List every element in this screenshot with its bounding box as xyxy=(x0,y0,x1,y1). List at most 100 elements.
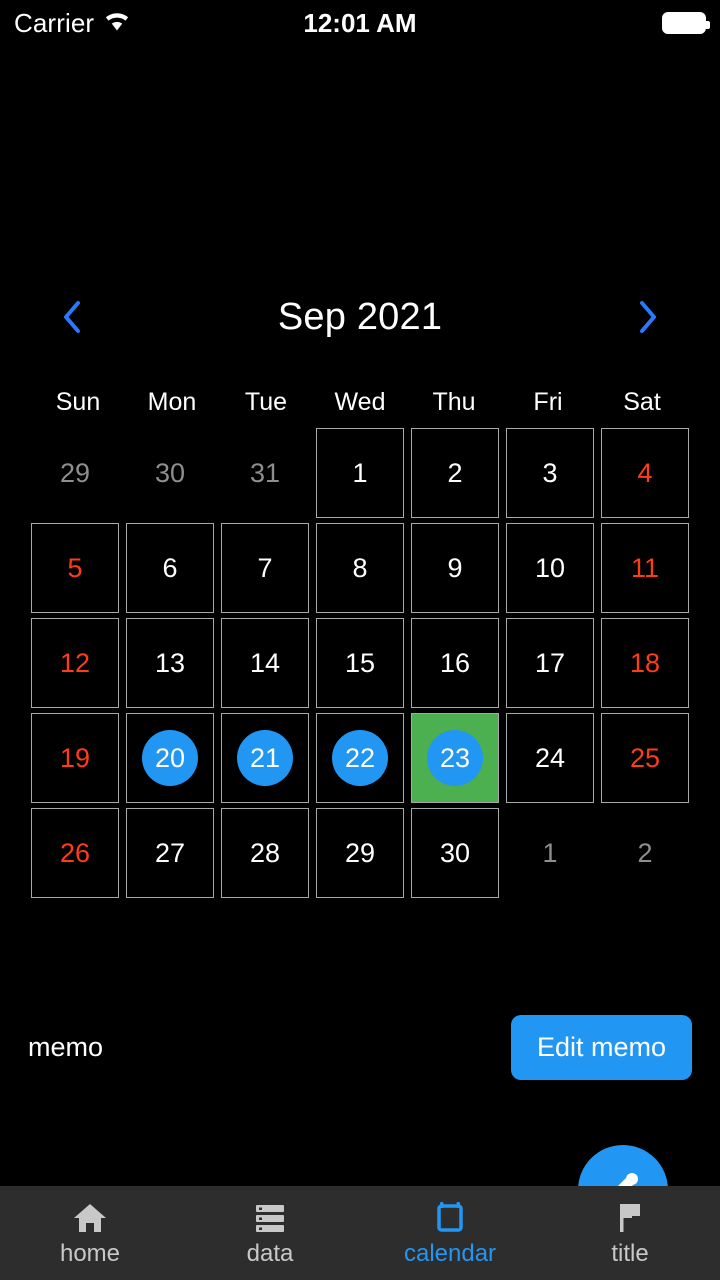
day-number: 17 xyxy=(534,647,566,678)
day-number: 21 xyxy=(249,742,281,773)
day-number: 30 xyxy=(154,457,186,488)
memo-row: memo Edit memo xyxy=(0,1014,720,1080)
day-cell[interactable]: 14 xyxy=(221,618,309,708)
day-number: 27 xyxy=(154,837,186,868)
day-number: 23 xyxy=(439,742,471,773)
day-cell[interactable]: 13 xyxy=(126,618,214,708)
day-number: 31 xyxy=(249,457,281,488)
day-cell[interactable]: 7 xyxy=(221,523,309,613)
day-cell: 30 xyxy=(126,428,214,518)
day-cell[interactable]: 30 xyxy=(411,808,499,898)
day-number: 8 xyxy=(352,552,368,583)
database-icon xyxy=(252,1200,288,1236)
day-cell[interactable]: 23 xyxy=(411,713,499,803)
tab-data[interactable]: data xyxy=(180,1186,360,1280)
day-number: 4 xyxy=(637,457,653,488)
day-cell[interactable]: 4 xyxy=(601,428,689,518)
status-bar-right xyxy=(662,12,710,34)
weekday-label-thu: Thu xyxy=(432,388,476,416)
day-cell[interactable]: 26 xyxy=(31,808,119,898)
flag-icon xyxy=(612,1200,648,1236)
day-cell[interactable]: 5 xyxy=(31,523,119,613)
day-number: 25 xyxy=(629,742,661,773)
day-cell[interactable]: 15 xyxy=(316,618,404,708)
day-cell[interactable]: 1 xyxy=(316,428,404,518)
bottom-tab-bar: home data calendar title xyxy=(0,1186,720,1280)
day-number: 19 xyxy=(59,742,91,773)
day-number: 20 xyxy=(154,742,186,773)
chevron-left-icon xyxy=(60,297,84,337)
day-cell[interactable]: 16 xyxy=(411,618,499,708)
day-cell[interactable]: 22 xyxy=(316,713,404,803)
day-cell: 31 xyxy=(221,428,309,518)
day-number: 30 xyxy=(439,837,471,868)
day-number: 11 xyxy=(630,552,660,583)
day-cell[interactable]: 19 xyxy=(31,713,119,803)
day-cell[interactable]: 25 xyxy=(601,713,689,803)
day-number: 7 xyxy=(257,552,273,583)
day-number: 3 xyxy=(542,457,558,488)
day-cell[interactable]: 6 xyxy=(126,523,214,613)
day-number: 18 xyxy=(629,647,661,678)
day-cell[interactable]: 18 xyxy=(601,618,689,708)
day-cell[interactable]: 8 xyxy=(316,523,404,613)
calendar-icon xyxy=(432,1200,468,1236)
day-cell[interactable]: 24 xyxy=(506,713,594,803)
home-icon xyxy=(72,1200,108,1236)
day-cell[interactable]: 17 xyxy=(506,618,594,708)
day-number: 2 xyxy=(447,457,463,488)
day-cell[interactable]: 28 xyxy=(221,808,309,898)
battery-icon xyxy=(662,12,710,34)
day-cell[interactable]: 21 xyxy=(221,713,309,803)
tab-label: home xyxy=(59,1240,121,1267)
day-number: 9 xyxy=(447,552,463,583)
day-number: 5 xyxy=(67,552,83,583)
status-time: 12:01 AM xyxy=(303,7,417,38)
day-number: 14 xyxy=(249,647,281,678)
calendar-day-grid: 29 30 31 1 2 3 4 5 6 7 8 9 10 11 12 13 14 15 16 17 18 19 20 21 2… xyxy=(31,428,689,898)
weekday-label-sat: Sat xyxy=(623,388,661,416)
memo-label: memo xyxy=(28,1031,104,1062)
day-cell[interactable]: 10 xyxy=(506,523,594,613)
tab-label: title xyxy=(611,1240,649,1267)
day-cell[interactable]: 3 xyxy=(506,428,594,518)
day-cell[interactable]: 9 xyxy=(411,523,499,613)
day-cell[interactable]: 20 xyxy=(126,713,214,803)
page-title: Sep 2021 xyxy=(277,295,443,338)
day-cell[interactable]: 11 xyxy=(601,523,689,613)
tab-label: data xyxy=(246,1240,294,1267)
day-number: 24 xyxy=(534,742,566,773)
day-cell[interactable]: 12 xyxy=(31,618,119,708)
day-cell[interactable]: 29 xyxy=(316,808,404,898)
tab-label: calendar xyxy=(403,1240,497,1267)
weekday-label-fri: Fri xyxy=(533,388,563,416)
weekday-header-row: Sun Mon Tue Wed Thu Fri Sat xyxy=(31,380,689,424)
calendar-app-screen: Carrier 12:01 AM Sep 2021 Sun Mon Tue We… xyxy=(0,0,720,1280)
day-cell: 29 xyxy=(31,428,119,518)
day-number: 10 xyxy=(534,552,566,583)
day-number: 1 xyxy=(352,457,368,488)
prev-month-button[interactable] xyxy=(50,295,94,339)
weekday-label-mon: Mon xyxy=(147,388,197,416)
status-bar: Carrier 12:01 AM xyxy=(0,0,720,46)
day-cell[interactable]: 2 xyxy=(411,428,499,518)
day-cell: 2 xyxy=(601,808,689,898)
month-header: Sep 2021 xyxy=(0,285,720,349)
day-cell[interactable]: 27 xyxy=(126,808,214,898)
weekday-label-wed: Wed xyxy=(334,388,386,416)
tab-home[interactable]: home xyxy=(0,1186,180,1280)
tab-title[interactable]: title xyxy=(540,1186,720,1280)
day-number: 2 xyxy=(637,837,653,868)
day-number: 1 xyxy=(542,837,558,868)
day-number: 12 xyxy=(59,647,91,678)
day-number: 29 xyxy=(59,457,91,488)
day-number: 16 xyxy=(439,647,471,678)
next-month-button[interactable] xyxy=(626,295,670,339)
day-number: 26 xyxy=(59,837,91,868)
tab-calendar[interactable]: calendar xyxy=(360,1186,540,1280)
chevron-right-icon xyxy=(636,297,660,337)
day-number: 15 xyxy=(344,647,376,678)
weekday-label-tue: Tue xyxy=(244,388,288,416)
day-number: 28 xyxy=(249,837,281,868)
edit-memo-button[interactable]: Edit memo xyxy=(510,1014,692,1080)
